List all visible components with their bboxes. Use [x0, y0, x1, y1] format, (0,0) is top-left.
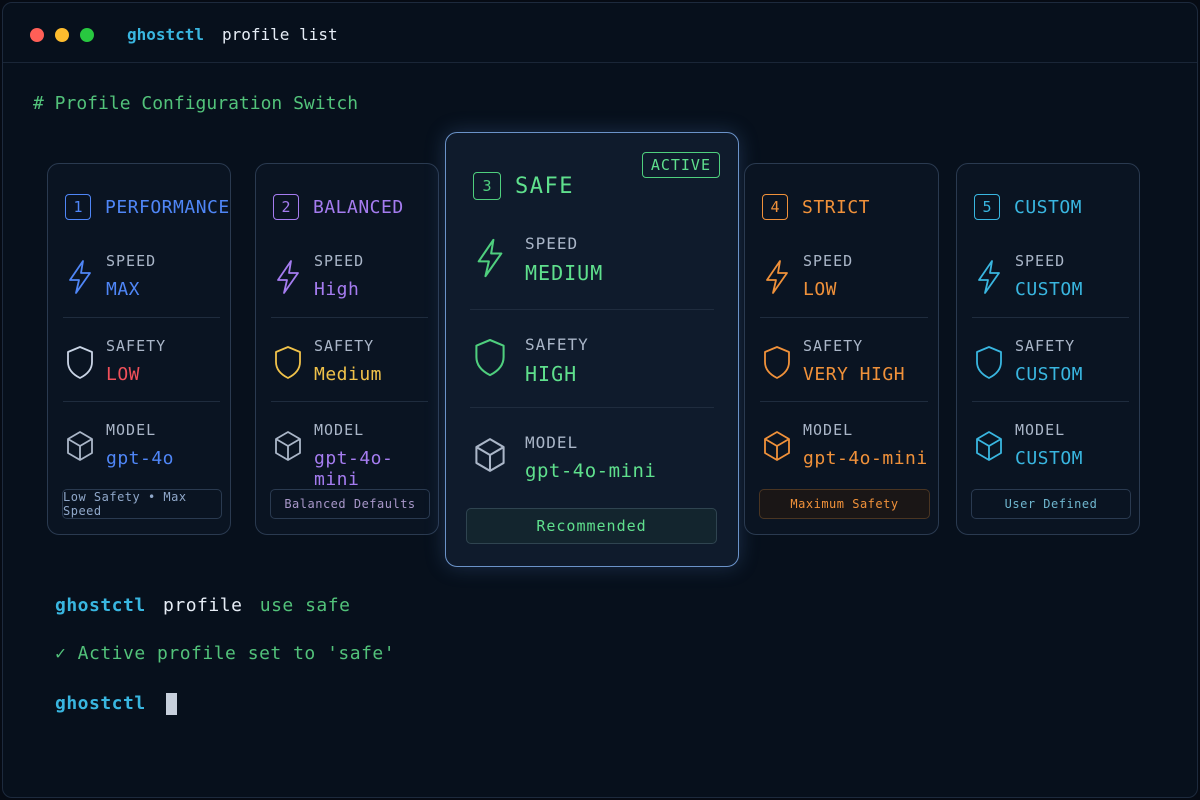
profile-name: CUSTOM	[1014, 196, 1083, 218]
profile-number-badge: 3	[473, 172, 501, 200]
model-value: gpt-4o-mini	[803, 448, 928, 469]
divider	[760, 317, 928, 318]
safety-label: SAFETY	[525, 335, 589, 354]
profile-number-badge: 2	[273, 194, 299, 220]
window-title-app: ghostctl	[127, 25, 205, 44]
cube-icon	[764, 431, 790, 461]
profile-tag: Low Safety • Max Speed	[62, 489, 222, 519]
model-label: MODEL	[803, 421, 854, 439]
profile-name: BALANCED	[313, 196, 404, 218]
divider	[972, 317, 1129, 318]
command-app: ghostctl	[55, 595, 146, 616]
shield-icon	[275, 346, 301, 379]
command-word: profile	[163, 595, 243, 616]
speed-label: SPEED	[106, 252, 157, 270]
text-cursor[interactable]	[166, 693, 177, 715]
lightning-icon	[477, 238, 503, 278]
model-label: MODEL	[1015, 421, 1066, 439]
lightning-icon	[978, 260, 1000, 294]
safety-label: SAFETY	[803, 337, 864, 355]
profile-card-performance[interactable]: 1 PERFORMANCE SPEED MAX SAFETY LOW MODEL…	[47, 163, 231, 535]
divider	[63, 317, 220, 318]
lightning-icon	[277, 260, 299, 294]
profile-number-badge: 4	[762, 194, 788, 220]
close-window-button[interactable]	[30, 28, 44, 42]
prompt: ghostctl	[55, 693, 146, 714]
divider	[760, 401, 928, 402]
model-label: MODEL	[525, 433, 579, 452]
profile-number-badge: 1	[65, 194, 91, 220]
speed-value: MEDIUM	[525, 261, 604, 285]
speed-value: High	[314, 279, 360, 300]
model-value: gpt-4o-mini	[525, 460, 657, 482]
speed-value: MAX	[106, 279, 141, 300]
safety-label: SAFETY	[106, 337, 167, 355]
profile-card-strict[interactable]: 4 STRICT SPEED LOW SAFETY VERY HIGH MODE…	[744, 163, 939, 535]
profile-tag: Recommended	[466, 508, 717, 544]
divider	[63, 401, 220, 402]
safety-label: SAFETY	[314, 337, 375, 355]
section-comment: # Profile Configuration Switch	[33, 93, 359, 114]
cube-icon	[475, 438, 505, 472]
profile-name: STRICT	[802, 196, 871, 218]
command-args: use safe	[259, 595, 351, 616]
active-badge: ACTIVE	[641, 152, 720, 178]
speed-value: CUSTOM	[1015, 279, 1084, 300]
model-label: MODEL	[106, 421, 157, 439]
divider	[271, 317, 428, 318]
command-result: ✓ Active profile set to 'safe'	[55, 643, 396, 664]
lightning-icon	[766, 260, 788, 294]
shield-icon	[764, 346, 790, 379]
shield-icon	[67, 346, 93, 379]
profile-card-balanced[interactable]: 2 BALANCED SPEED High SAFETY Medium MODE…	[255, 163, 439, 535]
profile-number-badge: 5	[974, 194, 1000, 220]
profile-card-safe[interactable]: ACTIVE 3 SAFE SPEED MEDIUM SAFETY HIGH M…	[445, 132, 739, 567]
cube-icon	[976, 431, 1002, 461]
minimize-window-button[interactable]	[55, 28, 69, 42]
command-line: ghostctl profile use safe	[55, 595, 350, 616]
model-value: CUSTOM	[1015, 448, 1084, 469]
model-value: gpt-4o	[106, 448, 175, 469]
divider	[972, 401, 1129, 402]
profile-tag: Balanced Defaults	[270, 489, 430, 519]
safety-value: Medium	[314, 364, 383, 385]
divider	[271, 401, 428, 402]
profile-name: PERFORMANCE	[105, 196, 230, 218]
cube-icon	[275, 431, 301, 461]
model-label: MODEL	[314, 421, 365, 439]
profile-tag: Maximum Safety	[759, 489, 930, 519]
speed-label: SPEED	[525, 234, 579, 253]
safety-value: CUSTOM	[1015, 364, 1084, 385]
maximize-window-button[interactable]	[80, 28, 94, 42]
profile-name: SAFE	[515, 173, 574, 199]
divider	[470, 407, 714, 408]
window-title-command: profile list	[222, 25, 338, 44]
cube-icon	[67, 431, 93, 461]
model-value: gpt-4o-mini	[314, 448, 394, 490]
profile-tag: User Defined	[971, 489, 1131, 519]
shield-icon	[475, 338, 505, 377]
shield-icon	[976, 346, 1002, 379]
speed-label: SPEED	[314, 252, 365, 270]
safety-label: SAFETY	[1015, 337, 1076, 355]
safety-value: HIGH	[525, 362, 578, 386]
terminal-window: ghostctl profile list # Profile Configur…	[2, 2, 1198, 798]
speed-label: SPEED	[803, 252, 854, 270]
lightning-icon	[69, 260, 91, 294]
divider	[470, 309, 714, 310]
safety-value: LOW	[106, 364, 141, 385]
speed-label: SPEED	[1015, 252, 1066, 270]
speed-value: LOW	[803, 279, 838, 300]
profile-card-custom[interactable]: 5 CUSTOM SPEED CUSTOM SAFETY CUSTOM MODE…	[956, 163, 1140, 535]
safety-value: VERY HIGH	[803, 364, 906, 385]
title-bar: ghostctl profile list	[3, 3, 1197, 63]
